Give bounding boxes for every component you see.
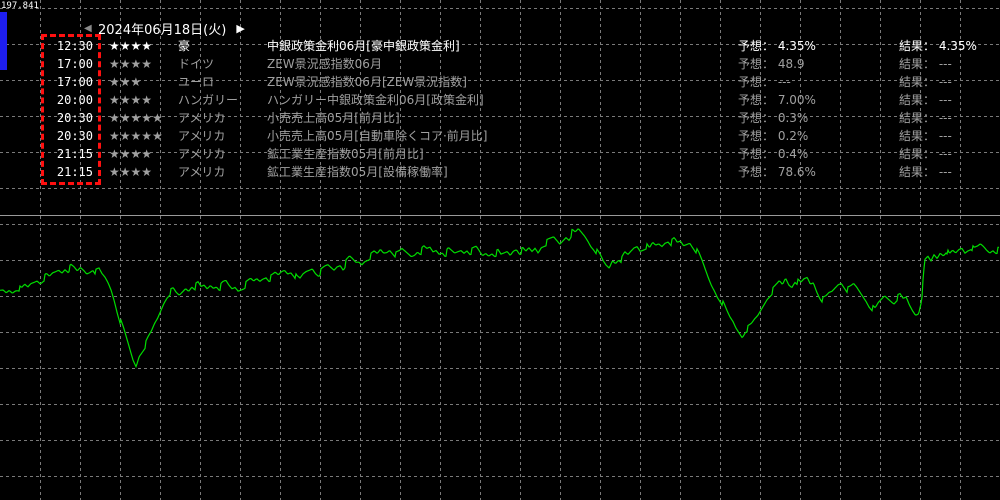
event-country: ユーロ [178, 75, 215, 89]
event-row[interactable]: 17:00 ★★★ ユーロ ZEW景況感指数06月[ZEW景況指数] 予想： --- 結果… [0, 73, 1000, 91]
event-importance-stars: ★★★★★ [109, 111, 163, 125]
event-country: 豪 [178, 39, 191, 53]
event-forecast: 予想： 48.9 [738, 57, 805, 71]
event-row[interactable]: 20:00 ★★★★ ハンガリー ハンガリー中銀政策金利06月[政策金利] 予想： 7.… [0, 91, 1000, 109]
price-line [0, 228, 999, 369]
event-title: 鉱工業生産指数05月[設備稼働率] [267, 165, 448, 179]
event-row[interactable]: 20:30 ★★★★★ アメリカ 小売売上高05月[自動車除くコア·前月比] 予想： 0… [0, 127, 1000, 145]
price-label: 197.841 [1, 1, 39, 11]
event-row[interactable]: 17:00 ★★★★ ドイツ ZEW景況感指数06月 予想： 48.9 結果： --- [0, 55, 1000, 73]
event-forecast: 予想： 0.3% [738, 111, 809, 125]
event-country: アメリカ [178, 129, 226, 143]
event-title: ZEW景況感指数06月[ZEW景況指数] [267, 75, 467, 89]
event-result: 結果： --- [899, 147, 952, 161]
event-title: ハンガリー中銀政策金利06月[政策金利] [267, 93, 484, 107]
event-importance-stars: ★★★★★ [109, 129, 163, 143]
event-forecast: 予想： --- [738, 75, 791, 89]
event-importance-stars: ★★★★ [109, 147, 153, 161]
triangle-left-icon[interactable]: ◀ [84, 23, 98, 34]
event-forecast: 予想： 78.6% [738, 165, 816, 179]
event-result: 結果： 4.35% [899, 39, 977, 53]
calendar-date: 2024年06月18日(火) [98, 22, 227, 38]
event-result: 結果： --- [899, 57, 952, 71]
event-title: 小売売上高05月[前月比] [267, 111, 400, 125]
event-row[interactable]: 21:15 ★★★★ アメリカ 鉱工業生産指数05月[前月比] 予想： 0.4% 結果： … [0, 145, 1000, 163]
event-country: アメリカ [178, 147, 226, 161]
event-title: 小売売上高05月[自動車除くコア·前月比] [267, 129, 488, 143]
event-title: 中銀政策金利06月[豪中銀政策金利] [267, 39, 460, 53]
event-title: ZEW景況感指数06月 [267, 57, 382, 71]
event-row[interactable]: 12:30 ★★★★ 豪中銀政策金利06月[豪中銀政策金利] 予想： 4.35% 結果：… [0, 37, 1000, 55]
event-country: アメリカ [178, 165, 226, 179]
event-country: ドイツ [178, 57, 215, 71]
event-country: アメリカ [178, 111, 226, 125]
time-column-highlight [41, 34, 101, 185]
event-row[interactable]: 20:30 ★★★★★ アメリカ 小売売上高05月[前月比] 予想： 0.3% 結果： -… [0, 109, 1000, 127]
event-importance-stars: ★★★★ [109, 93, 153, 107]
event-importance-stars: ★★★★ [109, 57, 153, 71]
event-importance-stars: ★★★★ [109, 39, 153, 53]
event-result: 結果： --- [899, 75, 952, 89]
event-row[interactable]: 21:15 ★★★★ アメリカ 鉱工業生産指数05月[設備稼働率] 予想： 78.6% 結… [0, 163, 1000, 181]
event-forecast: 予想： 0.2% [738, 129, 809, 143]
event-result: 結果： --- [899, 129, 952, 143]
event-result: 結果： --- [899, 93, 952, 107]
event-result: 結果： --- [899, 165, 952, 179]
event-forecast: 予想： 7.00% [738, 93, 816, 107]
event-importance-stars: ★★★★ [109, 165, 153, 179]
event-forecast: 予想： 4.35% [738, 39, 816, 53]
event-title: 鉱工業生産指数05月[前月比] [267, 147, 424, 161]
event-country: ハンガリー [178, 93, 239, 107]
event-result: 結果： --- [899, 111, 952, 125]
event-importance-stars: ★★★ [109, 75, 142, 89]
event-forecast: 予想： 0.4% [738, 147, 809, 161]
triangle-right-icon[interactable]: ▶ [236, 22, 244, 35]
date-navigator: ◀ 2024年06月18日(火) ▶ [84, 19, 245, 38]
